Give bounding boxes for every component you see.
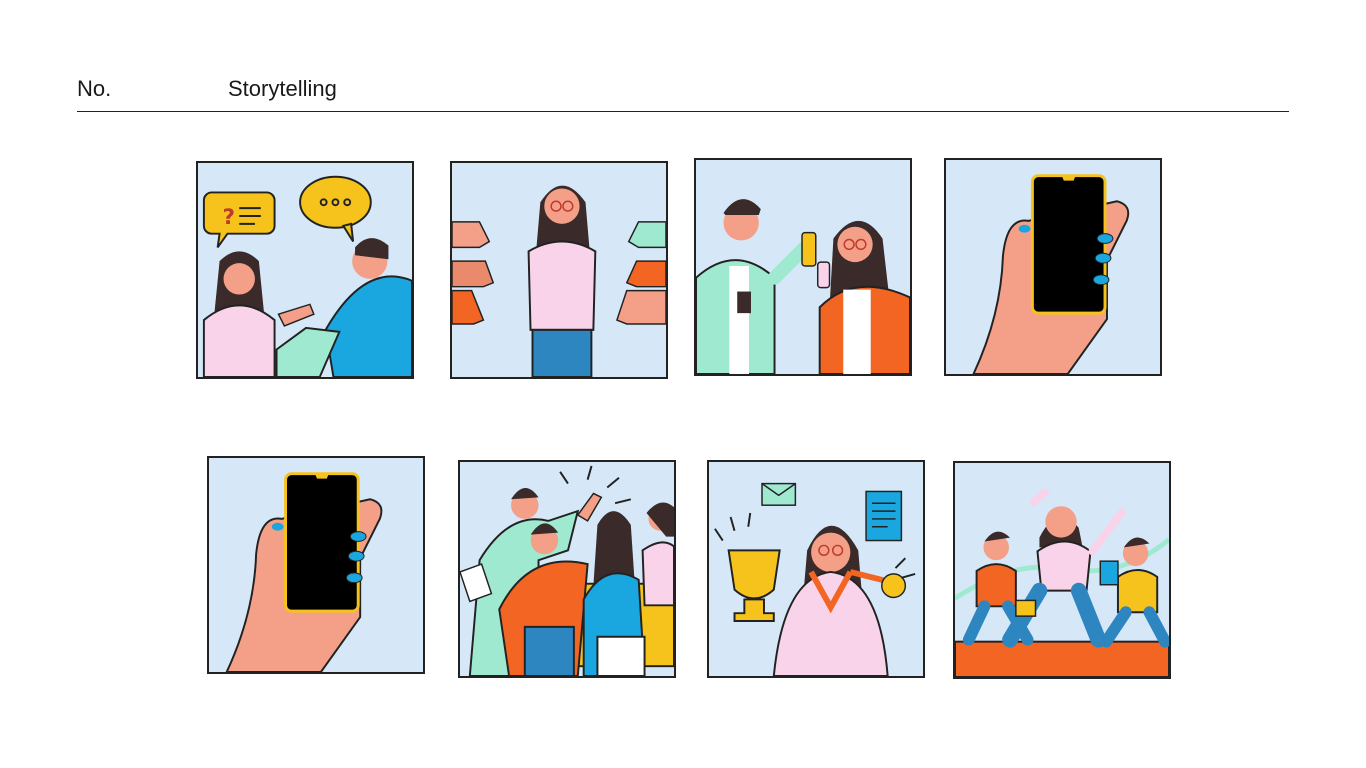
panel-finish-line	[953, 461, 1171, 679]
panel-criticism	[450, 161, 668, 379]
hand-holding-phone-illustration	[972, 174, 1130, 374]
sharing-phone-illustration	[696, 199, 910, 374]
thumbs-down-criticism-illustration	[452, 185, 666, 377]
svg-text:?: ?	[223, 205, 236, 230]
trophy-winner-illustration	[714, 482, 916, 676]
header-number-label: No.	[77, 76, 112, 101]
page-title: Storytelling	[228, 76, 337, 101]
team-high-five-illustration	[460, 465, 674, 676]
panel-phone-hand-1	[944, 158, 1162, 376]
finish-line-race-illustration	[955, 488, 1169, 677]
panel-phone-hand-2	[207, 456, 425, 674]
panel-sharing	[694, 158, 912, 376]
panel-conversation: ?	[196, 161, 414, 379]
conversation-illustration: ?	[202, 175, 412, 377]
panel-high-five	[458, 460, 676, 678]
header-divider	[77, 111, 1289, 112]
panel-trophy	[707, 460, 925, 678]
hand-holding-phone-illustration	[225, 472, 383, 672]
